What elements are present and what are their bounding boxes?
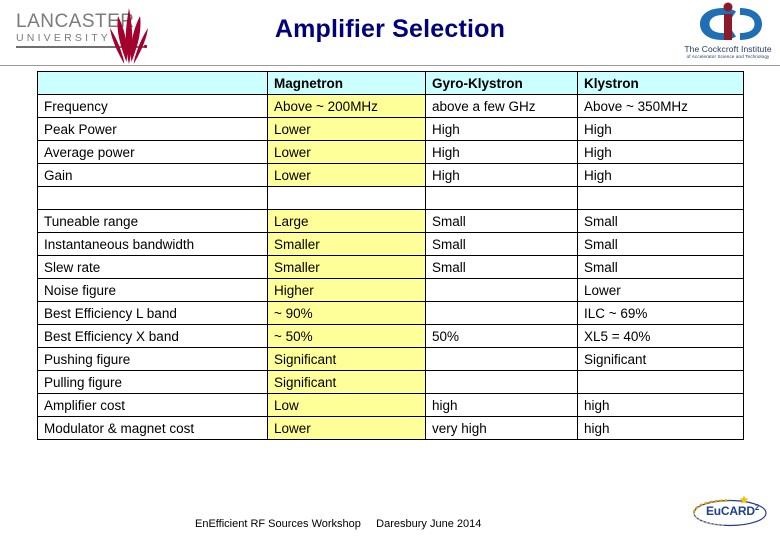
- table-cell-gyro-klystron: Small: [425, 255, 578, 279]
- table-spacer-cell: [425, 186, 578, 210]
- table-cell-magnetron: Large: [267, 209, 426, 233]
- table-cell-gyro-klystron: [425, 301, 578, 325]
- table-cell-gyro-klystron: High: [425, 117, 578, 141]
- table-row: Gain Lower High High: [37, 163, 744, 187]
- table-row: Slew rate Smaller Small Small: [37, 255, 744, 279]
- table-cell-gyro-klystron: [425, 370, 578, 394]
- table-row: Pushing figure Significant Significant: [37, 347, 744, 371]
- table-row: Amplifier cost Low high high: [37, 393, 744, 417]
- table-spacer-cell: [37, 186, 268, 210]
- table-cell-label: Amplifier cost: [37, 393, 268, 417]
- table-cell-magnetron: Above ~ 200MHz: [267, 94, 426, 118]
- table-spacer-cell: [267, 186, 426, 210]
- table-cell-label: Best Efficiency X band: [37, 324, 268, 348]
- table-cell-klystron: Small: [577, 232, 744, 256]
- table-cell-klystron: high: [577, 393, 744, 417]
- table-cell-klystron: Above ~ 350MHz: [577, 94, 744, 118]
- table-cell-magnetron: Smaller: [267, 255, 426, 279]
- table-cell-gyro-klystron: [425, 347, 578, 371]
- table-cell-label: Noise figure: [37, 278, 268, 302]
- eucard-superscript: 2: [754, 503, 760, 512]
- footer-text: EnEfficient RF Sources Workshop Daresbur…: [195, 518, 482, 530]
- table-cell-label: Peak Power: [37, 117, 268, 141]
- cockcroft-tagline: of Accelerator Science and Technology: [686, 54, 770, 59]
- table-cell-label: Modulator & magnet cost: [37, 416, 268, 440]
- table-row: Pulling figure Significant: [37, 370, 744, 394]
- table-cell-magnetron: ~ 90%: [267, 301, 426, 325]
- table-header-cell-gyro-klystron: Gyro-Klystron: [425, 71, 578, 95]
- table-cell-klystron: Lower: [577, 278, 744, 302]
- table-spacer-cell: [577, 186, 744, 210]
- table-row: Frequency Above ~ 200MHz above a few GHz Ab…: [37, 94, 744, 118]
- table-cell-klystron: Small: [577, 209, 744, 233]
- cockcroft-ci-monogram-icon: [700, 2, 762, 40]
- table-cell-label: Frequency: [37, 94, 268, 118]
- table-cell-label: Average power: [37, 140, 268, 164]
- table-cell-gyro-klystron: Small: [425, 232, 578, 256]
- table-cell-gyro-klystron: Small: [425, 209, 578, 233]
- table-cell-klystron: XL5 = 40%: [577, 324, 744, 348]
- table-cell-magnetron: Lower: [267, 163, 426, 187]
- table-cell-gyro-klystron: [425, 278, 578, 302]
- table-row: Noise figure Higher Lower: [37, 278, 744, 302]
- table-cell-label: Instantaneous bandwidth: [37, 232, 268, 256]
- table-header-row: Magnetron Gyro-Klystron Klystron: [37, 71, 744, 95]
- table-cell-magnetron: Significant: [267, 347, 426, 371]
- table-header-cell-magnetron: Magnetron: [267, 71, 426, 95]
- table-row: Peak Power Lower High High: [37, 117, 744, 141]
- table-cell-magnetron: Higher: [267, 278, 426, 302]
- table-cell-magnetron: Lower: [267, 117, 426, 141]
- table-row: Average power Lower High High: [37, 140, 744, 164]
- table-header-cell-blank: [37, 71, 268, 95]
- cockcroft-name: The Cockcroft Institute: [684, 44, 772, 54]
- table-cell-gyro-klystron: above a few GHz: [425, 94, 578, 118]
- table-row: Best Efficiency L band ~ 90% ILC ~ 69%: [37, 301, 744, 325]
- amplifier-comparison-table: Magnetron Gyro-Klystron Klystron Frequen…: [37, 71, 744, 440]
- table-header: Magnetron Gyro-Klystron Klystron: [37, 71, 744, 95]
- table-cell-klystron: High: [577, 140, 744, 164]
- table-row: Best Efficiency X band ~ 50% 50% XL5 = 40%: [37, 324, 744, 348]
- header-divider: [0, 65, 780, 66]
- table-cell-klystron: ILC ~ 69%: [577, 301, 744, 325]
- slide-header: LANCASTER UNIVERSITY Amplifier Selection…: [0, 0, 780, 66]
- table-cell-klystron: Significant: [577, 347, 744, 371]
- slide-footer: EnEfficient RF Sources Workshop Daresbur…: [0, 518, 780, 540]
- table-cell-label: Pulling figure: [37, 370, 268, 394]
- table-cell-klystron: high: [577, 416, 744, 440]
- table-cell-gyro-klystron: high: [425, 393, 578, 417]
- eucard-logo: EuCARD2: [688, 492, 772, 532]
- table-cell-label: Slew rate: [37, 255, 268, 279]
- table-cell-magnetron: Smaller: [267, 232, 426, 256]
- table-row: Instantaneous bandwidth Smaller Small Small: [37, 232, 744, 256]
- table-cell-magnetron: Significant: [267, 370, 426, 394]
- table-cell-label: Gain: [37, 163, 268, 187]
- table-spacer-row: [37, 186, 744, 210]
- table-cell-label: Pushing figure: [37, 347, 268, 371]
- table-row: Modulator & magnet cost Lower very high hig…: [37, 416, 744, 440]
- table-body: Frequency Above ~ 200MHz above a few GHz Ab…: [37, 94, 744, 440]
- table-cell-magnetron: Low: [267, 393, 426, 417]
- cockcroft-institute-logo: The Cockcroft Institute of Accelerator S…: [676, 2, 780, 64]
- table-cell-label: Tuneable range: [37, 209, 268, 233]
- table-cell-magnetron: Lower: [267, 416, 426, 440]
- table-cell-gyro-klystron: 50%: [425, 324, 578, 348]
- table-cell-klystron: High: [577, 117, 744, 141]
- table-row: Tuneable range Large Small Small: [37, 209, 744, 233]
- eucard-wordmark: EuCARD2: [706, 503, 759, 518]
- table-header-cell-klystron: Klystron: [577, 71, 744, 95]
- table-cell-gyro-klystron: High: [425, 140, 578, 164]
- table-cell-label: Best Efficiency L band: [37, 301, 268, 325]
- table-cell-klystron: [577, 370, 744, 394]
- table-cell-magnetron: Lower: [267, 140, 426, 164]
- table-cell-gyro-klystron: High: [425, 163, 578, 187]
- table-cell-magnetron: ~ 50%: [267, 324, 426, 348]
- table-cell-gyro-klystron: very high: [425, 416, 578, 440]
- table-cell-klystron: Small: [577, 255, 744, 279]
- page-title: Amplifier Selection: [274, 15, 506, 43]
- table-cell-klystron: High: [577, 163, 744, 187]
- eucard-name: EuCARD: [706, 504, 755, 518]
